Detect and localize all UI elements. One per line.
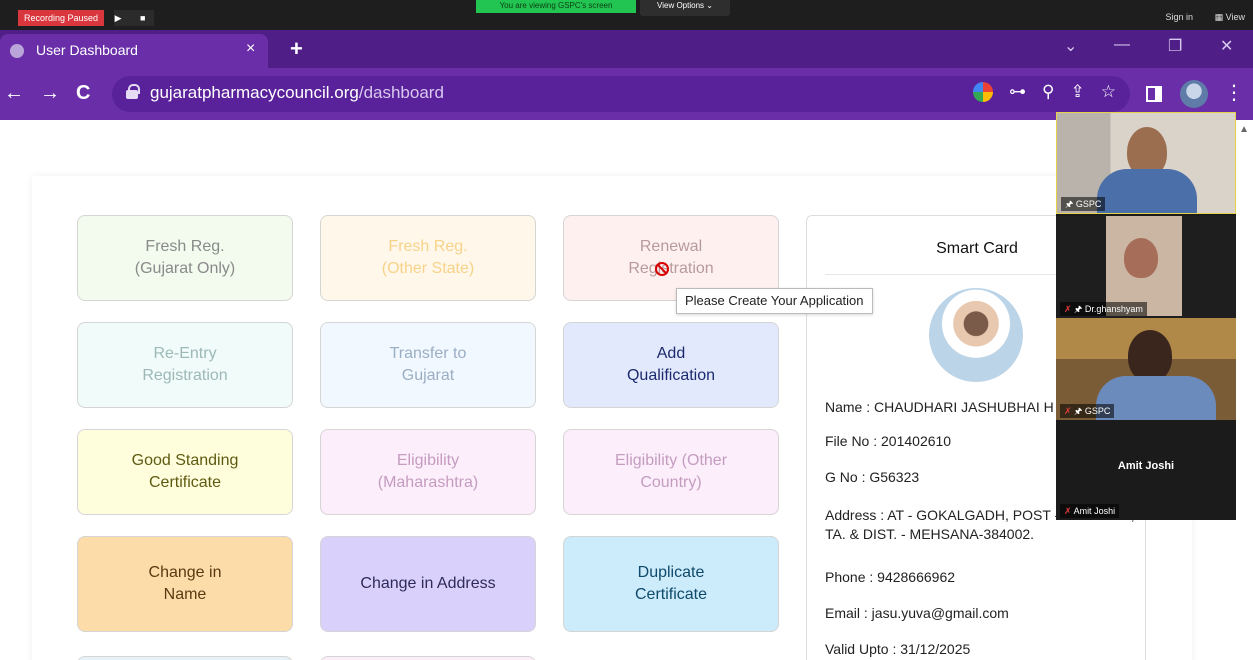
not-allowed-cursor-icon <box>655 262 669 276</box>
maximize-button[interactable]: ❐ <box>1168 36 1182 56</box>
card-eligibility-other-country[interactable]: Eligibility (Other Country) <box>563 429 779 515</box>
recording-status[interactable]: Recording Paused <box>18 10 105 26</box>
omnibox-actions: ⊶ ⚲ ⇪ ☆ <box>973 82 1116 102</box>
participant-shirt <box>1097 169 1197 213</box>
close-window-button[interactable]: ✕ <box>1220 36 1233 56</box>
view-button[interactable]: ▦ View <box>1215 12 1245 23</box>
zoom-icon[interactable]: ⚲ <box>1042 82 1054 102</box>
back-icon[interactable]: ← <box>4 82 24 105</box>
new-tab-button[interactable]: + <box>290 36 303 62</box>
bookmark-star-icon[interactable]: ☆ <box>1101 82 1116 102</box>
browser-tab-bar: User Dashboard × + ⌄ — ❐ ✕ <box>0 30 1253 68</box>
card-label: Duplicate Certificate <box>634 564 708 603</box>
close-tab-icon[interactable]: × <box>246 40 255 58</box>
card-label: Re-Entry Registration <box>142 345 228 384</box>
participant-video[interactable]: Amit Joshi ✗ Amit Joshi <box>1056 420 1236 520</box>
side-panel-icon[interactable] <box>1146 86 1162 102</box>
card-fresh-reg-gujarat[interactable]: Fresh Reg. (Gujarat Only) <box>77 215 293 301</box>
card-label: Eligibility (Other Country) <box>614 452 728 491</box>
card-add-qualification[interactable]: Add Qualification <box>563 322 779 408</box>
sign-in-link[interactable]: Sign in <box>1165 12 1193 22</box>
card-re-entry-registration[interactable]: Re-Entry Registration <box>77 322 293 408</box>
card-label: Good Standing Certificate <box>131 452 239 491</box>
zoom-participants-panel: 🖈 GSPC ✗ 🖈 Dr.ghanshyam ✗ 🖈 GSPC Amit Jo… <box>1056 112 1236 520</box>
tooltip: Please Create Your Application <box>676 288 873 314</box>
smart-card-valid-upto: Valid Upto : 31/12/2025 <box>825 641 971 657</box>
forward-icon[interactable]: → <box>40 82 60 105</box>
viewing-banner: You are viewing GSPC's screen <box>476 0 636 13</box>
participant-video[interactable]: ✗ 🖈 GSPC <box>1056 318 1236 420</box>
participant-label: ✗ 🖈 GSPC <box>1060 404 1115 418</box>
recording-controls[interactable]: ▶ ■ <box>114 10 154 26</box>
participant-label: 🖈 GSPC <box>1061 197 1106 211</box>
participant-face <box>1124 238 1158 278</box>
participant-face <box>1128 330 1172 382</box>
address-bar[interactable]: gujaratpharmacycouncil.org/dashboard ⊶ ⚲… <box>112 76 1130 112</box>
password-key-icon[interactable]: ⊶ <box>1009 82 1026 102</box>
share-icon[interactable]: ⇪ <box>1071 82 1085 102</box>
card-fresh-reg-other-state[interactable]: Fresh Reg. (Other State) <box>320 215 536 301</box>
participant-label: ✗ Amit Joshi <box>1060 504 1120 518</box>
smart-card-phone: Phone : 9428666962 <box>825 569 956 585</box>
card-label: Add Qualification <box>626 345 716 384</box>
card-label: Fresh Reg. (Other State) <box>381 238 475 277</box>
smart-card-email: Email : jasu.yuva@gmail.com <box>825 605 1009 621</box>
profile-avatar[interactable] <box>1180 80 1208 108</box>
card-good-standing-certificate[interactable]: Good Standing Certificate <box>77 429 293 515</box>
zoom-share-bar: Recording Paused ▶ ■ You are viewing GSP… <box>0 0 1253 30</box>
screen: Recording Paused ▶ ■ You are viewing GSP… <box>0 0 1253 660</box>
participant-video[interactable]: 🖈 GSPC <box>1056 112 1236 214</box>
tab-search-icon[interactable]: ⌄ <box>1064 36 1077 56</box>
tab-title: User Dashboard <box>36 42 138 58</box>
menu-kebab-icon[interactable]: ⋮ <box>1224 80 1244 105</box>
profile-photo <box>929 288 1023 382</box>
google-lens-icon[interactable] <box>973 82 994 102</box>
minimize-button[interactable]: — <box>1114 36 1130 54</box>
participant-display-name: Amit Joshi <box>1117 460 1175 472</box>
card-transfer-to-gujarat[interactable]: Transfer to Gujarat <box>320 322 536 408</box>
participant-label: ✗ 🖈 Dr.ghanshyam <box>1060 302 1147 316</box>
tab-user-dashboard[interactable]: User Dashboard × <box>0 34 268 68</box>
card-partial-row[interactable] <box>77 656 293 660</box>
participant-video[interactable]: ✗ 🖈 Dr.ghanshyam <box>1056 216 1236 318</box>
card-label: Eligibility (Maharashtra) <box>377 452 479 491</box>
card-label: Renewal Registration <box>628 238 714 277</box>
card-eligibility-maharashtra[interactable]: Eligibility (Maharashtra) <box>320 429 536 515</box>
card-change-in-name[interactable]: Change in Name <box>77 536 293 632</box>
lock-icon[interactable] <box>126 84 140 99</box>
scroll-up-arrow-icon[interactable]: ▲ <box>1239 124 1249 135</box>
card-partial-row[interactable] <box>320 656 536 660</box>
favicon-icon <box>10 44 24 58</box>
card-duplicate-certificate[interactable]: Duplicate Certificate <box>563 536 779 632</box>
card-label: Change in Name <box>148 564 222 603</box>
reload-icon[interactable]: C <box>76 82 90 105</box>
view-options-button[interactable]: View Options ⌄ <box>640 0 730 16</box>
card-change-in-address[interactable]: Change in Address <box>320 536 536 632</box>
url-text[interactable]: gujaratpharmacycouncil.org/dashboard <box>150 83 444 103</box>
card-label: Transfer to Gujarat <box>389 345 467 384</box>
card-label: Fresh Reg. (Gujarat Only) <box>134 238 236 277</box>
card-label: Change in Address <box>360 575 496 592</box>
